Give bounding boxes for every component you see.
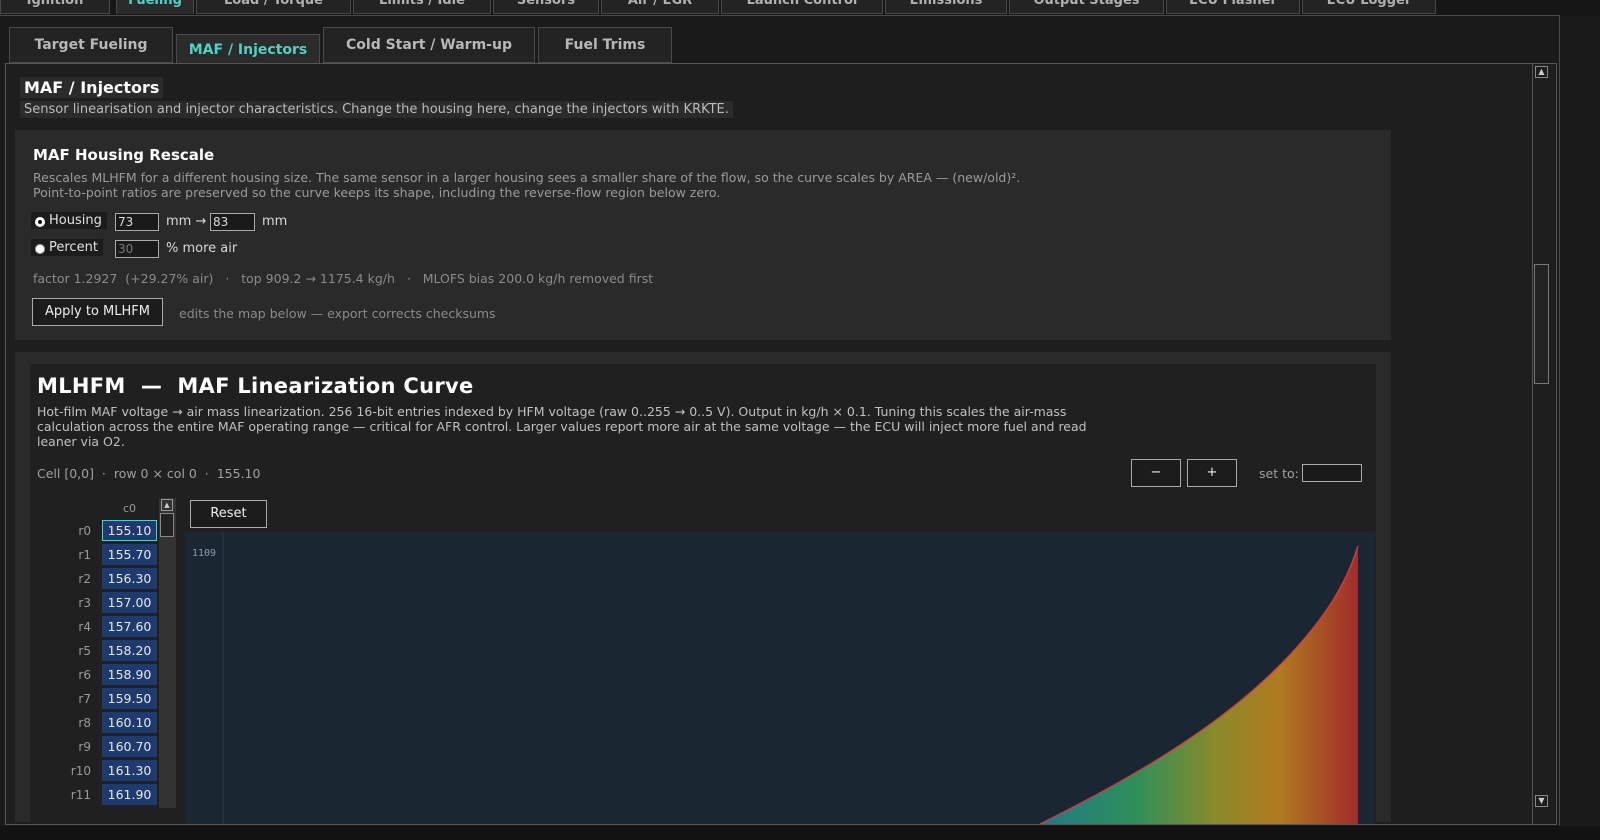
map-title: MLHFM — MAF Linearization Curve xyxy=(37,374,474,398)
rescale-title: MAF Housing Rescale xyxy=(33,146,215,164)
bottom-status-strip xyxy=(0,826,1600,840)
top-tab-fueling[interactable]: Fueling xyxy=(116,0,194,14)
row-label: r0 xyxy=(78,524,91,538)
table-scroll-up-icon[interactable]: ▲ xyxy=(161,499,173,511)
scroll-up-icon[interactable]: ▲ xyxy=(1535,66,1548,78)
top-tab-ecu-logger[interactable]: ECU Logger xyxy=(1302,0,1436,14)
map-desc-2: calculation across the entire MAF operat… xyxy=(37,419,1087,434)
top-tab-emissions[interactable]: Emissions xyxy=(885,0,1007,14)
apply-mlhfm-button[interactable]: Apply to MLHFM xyxy=(32,298,163,326)
row-label: r9 xyxy=(78,740,91,754)
row-label: r2 xyxy=(78,572,91,586)
top-tab-output-stages[interactable]: Output Stages xyxy=(1009,0,1164,14)
top-tab-sensors[interactable]: Sensors xyxy=(493,0,599,14)
table-cell[interactable]: 159.50 xyxy=(102,688,157,709)
rescale-desc-2: Point-to-point ratios are preserved so t… xyxy=(33,185,721,200)
percent-suffix: % more air xyxy=(166,241,238,256)
row-label: r1 xyxy=(78,548,91,562)
table-cell[interactable]: 155.70 xyxy=(102,544,157,565)
curve-fill xyxy=(1040,546,1358,824)
table-cell[interactable]: 161.90 xyxy=(102,784,157,805)
vertical-scrollbar[interactable]: ▲ ▼ xyxy=(1532,64,1551,824)
row-label: r11 xyxy=(70,788,91,802)
sub-tab-cold-start[interactable]: Cold Start / Warm-up xyxy=(323,27,535,63)
apply-note: edits the map below — export corrects ch… xyxy=(179,306,496,321)
map-desc-1: Hot-film MAF voltage → air mass lineariz… xyxy=(37,404,1067,419)
maf-curve-plot: 1109 xyxy=(185,532,1375,824)
set-to-label: set to: xyxy=(1259,466,1299,481)
reset-button[interactable]: Reset xyxy=(190,500,267,528)
table-cell[interactable]: 157.60 xyxy=(102,616,157,637)
top-tab-limits-idle[interactable]: Limits / Idle xyxy=(353,0,491,14)
row-label: r8 xyxy=(78,716,91,730)
row-label: r7 xyxy=(78,692,91,706)
top-tab-load-torque[interactable]: Load / Torque xyxy=(196,0,351,14)
rescale-desc-1: Rescales MLHFM for a different housing s… xyxy=(33,170,1021,185)
sub-tab-fuel-trims[interactable]: Fuel Trims xyxy=(538,27,672,63)
table-cell[interactable]: 160.10 xyxy=(102,712,157,733)
page-title: MAF / Injectors xyxy=(20,77,164,98)
mm-arrow-label: mm → xyxy=(166,214,207,229)
page-subtitle: Sensor linearisation and injector charac… xyxy=(20,101,733,118)
table-cell[interactable]: 161.30 xyxy=(102,760,157,781)
table-cell[interactable]: 158.90 xyxy=(102,664,157,685)
top-tab-bar: Ignition Fueling Load / Torque Limits / … xyxy=(0,0,1600,16)
table-cell[interactable]: 158.20 xyxy=(102,640,157,661)
percent-input[interactable]: 30 xyxy=(115,240,159,258)
curve-svg xyxy=(222,532,1359,824)
plot-ymax-label: 1109 xyxy=(192,548,217,559)
sub-tab-target-fueling[interactable]: Target Fueling xyxy=(9,27,173,63)
map-desc-3: leaner via O2. xyxy=(37,434,125,449)
column-header-c0: c0 xyxy=(122,502,137,515)
row-label: r10 xyxy=(70,764,91,778)
table-scrollbar[interactable]: ▲ xyxy=(159,498,176,808)
percent-radio[interactable] xyxy=(35,244,45,254)
top-tab-ignition[interactable]: Ignition xyxy=(0,0,110,14)
cell-info: Cell [0,0] · row 0 × col 0 · 155.10 xyxy=(37,466,261,481)
row-label: r4 xyxy=(78,620,91,634)
row-label: r5 xyxy=(78,644,91,658)
row-label: r6 xyxy=(78,668,91,682)
table-cell[interactable]: 160.70 xyxy=(102,736,157,757)
increment-button[interactable]: + xyxy=(1187,459,1237,487)
top-tab-air-egr[interactable]: Air / EGR xyxy=(601,0,719,14)
scroll-thumb[interactable] xyxy=(1534,264,1549,384)
row-label: r3 xyxy=(78,596,91,610)
table-cell[interactable]: 157.00 xyxy=(102,592,157,613)
set-to-input[interactable] xyxy=(1302,464,1362,482)
table-scroll-thumb[interactable] xyxy=(160,513,174,537)
top-tab-launch-control[interactable]: Launch Control xyxy=(721,0,883,14)
top-tab-ecu-flasher[interactable]: ECU Flasher xyxy=(1166,0,1300,14)
table-cell[interactable]: 155.10 xyxy=(102,520,157,541)
scroll-down-icon[interactable]: ▼ xyxy=(1535,795,1548,807)
housing-new-input[interactable]: 83 xyxy=(210,213,255,231)
decrement-button[interactable]: − xyxy=(1131,459,1181,487)
housing-radio[interactable] xyxy=(35,217,45,227)
mm-label: mm xyxy=(262,214,288,229)
housing-old-input[interactable]: 73 xyxy=(115,213,159,231)
factor-line: factor 1.2927 (+29.27% air) · top 909.2 … xyxy=(33,271,654,286)
table-cell[interactable]: 156.30 xyxy=(102,568,157,589)
